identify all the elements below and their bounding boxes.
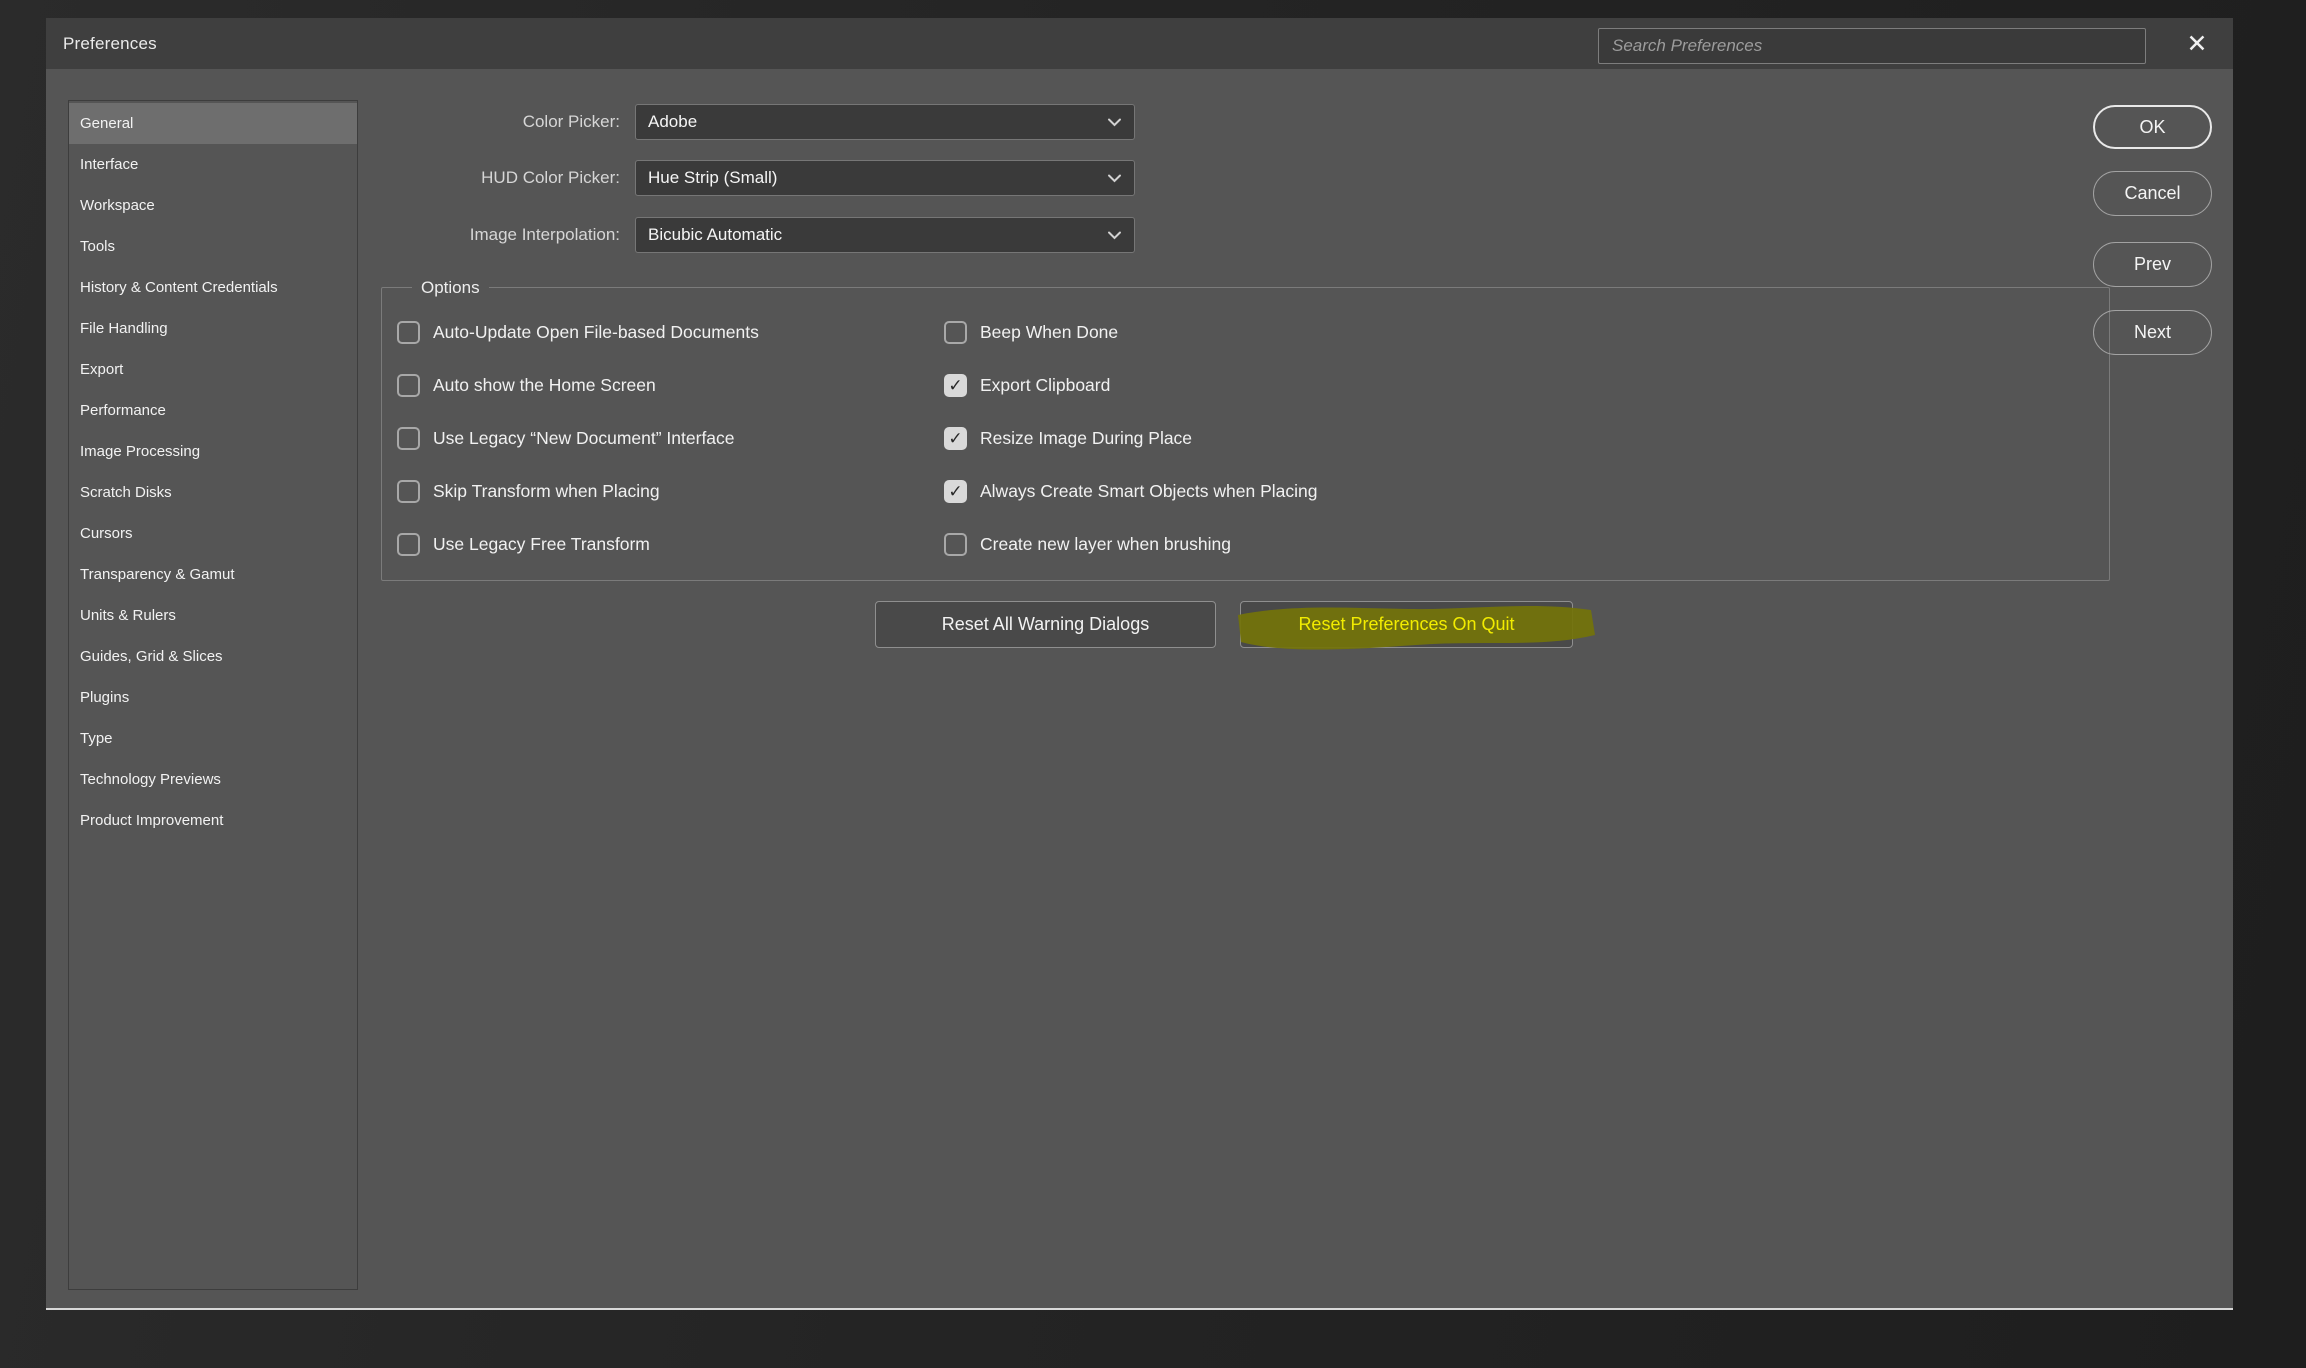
cancel-button[interactable]: Cancel bbox=[2093, 171, 2212, 216]
checkbox[interactable]: ✓ bbox=[397, 321, 420, 344]
sidebar-item-type[interactable]: Type bbox=[69, 718, 357, 759]
option-skip-transform-when-placing[interactable]: ✓ Skip Transform when Placing bbox=[397, 479, 660, 503]
sidebar-item-cursors[interactable]: Cursors bbox=[69, 513, 357, 554]
option-auto-show-home-screen[interactable]: ✓ Auto show the Home Screen bbox=[397, 373, 656, 397]
image-interpolation-label: Image Interpolation: bbox=[280, 217, 620, 253]
sidebar-item-performance[interactable]: Performance bbox=[69, 390, 357, 431]
checkbox[interactable]: ✓ bbox=[944, 480, 967, 503]
sidebar-item-units-rulers[interactable]: Units & Rulers bbox=[69, 595, 357, 636]
checkbox[interactable]: ✓ bbox=[397, 374, 420, 397]
color-picker-value: Adobe bbox=[636, 112, 1107, 132]
hud-color-picker-value: Hue Strip (Small) bbox=[636, 168, 1107, 188]
options-legend: Options bbox=[412, 277, 489, 298]
image-interpolation-value: Bicubic Automatic bbox=[636, 225, 1107, 245]
checkbox[interactable]: ✓ bbox=[397, 427, 420, 450]
checkmark-icon: ✓ bbox=[948, 430, 962, 447]
dialog-title: Preferences bbox=[63, 18, 157, 69]
sidebar-item-guides-grid-slices[interactable]: Guides, Grid & Slices bbox=[69, 636, 357, 677]
sidebar-item-product-improvement[interactable]: Product Improvement bbox=[69, 800, 357, 841]
checkbox[interactable]: ✓ bbox=[944, 374, 967, 397]
option-export-clipboard[interactable]: ✓ Export Clipboard bbox=[944, 373, 1110, 397]
sidebar-item-file-handling[interactable]: File Handling bbox=[69, 308, 357, 349]
reset-preferences-on-quit-button[interactable]: Reset Preferences On Quit bbox=[1240, 601, 1573, 648]
option-resize-image-during-place[interactable]: ✓ Resize Image During Place bbox=[944, 426, 1192, 450]
ok-button[interactable]: OK bbox=[2093, 105, 2212, 149]
sidebar-item-plugins[interactable]: Plugins bbox=[69, 677, 357, 718]
sidebar-item-image-processing[interactable]: Image Processing bbox=[69, 431, 357, 472]
chevron-down-icon bbox=[1107, 174, 1122, 183]
hud-color-picker-label: HUD Color Picker: bbox=[280, 160, 620, 196]
option-auto-update-open-file-based-documents[interactable]: ✓ Auto-Update Open File-based Documents bbox=[397, 320, 759, 344]
sidebar-item-transparency-gamut[interactable]: Transparency & Gamut bbox=[69, 554, 357, 595]
checkbox[interactable]: ✓ bbox=[944, 427, 967, 450]
close-icon[interactable]: ✕ bbox=[2174, 24, 2220, 64]
chevron-down-icon bbox=[1107, 118, 1122, 127]
option-create-new-layer-when-brushing[interactable]: ✓ Create new layer when brushing bbox=[944, 532, 1231, 556]
sidebar-item-history-content-credentials[interactable]: History & Content Credentials bbox=[69, 267, 357, 308]
checkmark-icon: ✓ bbox=[948, 483, 962, 500]
reset-preferences-on-quit-label: Reset Preferences On Quit bbox=[1298, 614, 1514, 635]
checkmark-icon: ✓ bbox=[948, 377, 962, 394]
sidebar-item-scratch-disks[interactable]: Scratch Disks bbox=[69, 472, 357, 513]
preferences-sidebar: General Interface Workspace Tools Histor… bbox=[68, 100, 358, 1290]
chevron-down-icon bbox=[1107, 231, 1122, 240]
option-beep-when-done[interactable]: ✓ Beep When Done bbox=[944, 320, 1118, 344]
hud-color-picker-dropdown[interactable]: Hue Strip (Small) bbox=[635, 160, 1135, 196]
option-use-legacy-free-transform[interactable]: ✓ Use Legacy Free Transform bbox=[397, 532, 650, 556]
checkbox[interactable]: ✓ bbox=[944, 533, 967, 556]
checkbox[interactable]: ✓ bbox=[397, 533, 420, 556]
sidebar-item-technology-previews[interactable]: Technology Previews bbox=[69, 759, 357, 800]
dialog-titlebar: Preferences ✕ bbox=[46, 18, 2233, 69]
search-input[interactable] bbox=[1598, 28, 2146, 64]
checkbox[interactable]: ✓ bbox=[397, 480, 420, 503]
preferences-dialog: Preferences ✕ General Interface Workspac… bbox=[46, 18, 2233, 1310]
color-picker-dropdown[interactable]: Adobe bbox=[635, 104, 1135, 140]
option-always-create-smart-objects-when-placing[interactable]: ✓ Always Create Smart Objects when Placi… bbox=[944, 479, 1318, 503]
image-interpolation-dropdown[interactable]: Bicubic Automatic bbox=[635, 217, 1135, 253]
sidebar-item-export[interactable]: Export bbox=[69, 349, 357, 390]
checkbox[interactable]: ✓ bbox=[944, 321, 967, 344]
prev-button[interactable]: Prev bbox=[2093, 242, 2212, 287]
reset-all-warning-dialogs-button[interactable]: Reset All Warning Dialogs bbox=[875, 601, 1216, 648]
option-use-legacy-new-document-interface[interactable]: ✓ Use Legacy “New Document” Interface bbox=[397, 426, 735, 450]
next-button[interactable]: Next bbox=[2093, 310, 2212, 355]
color-picker-label: Color Picker: bbox=[280, 104, 620, 140]
